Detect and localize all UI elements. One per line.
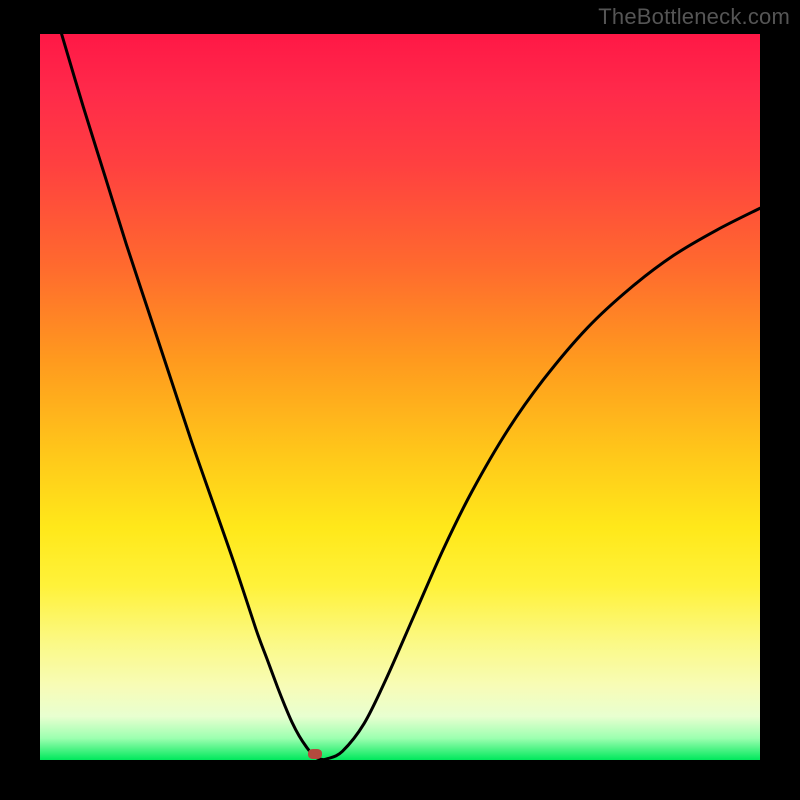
chart-frame: TheBottleneck.com bbox=[0, 0, 800, 800]
watermark-text: TheBottleneck.com bbox=[598, 4, 790, 30]
plot-area bbox=[40, 34, 760, 760]
bottleneck-curve bbox=[40, 34, 760, 760]
optimum-marker-icon bbox=[308, 749, 322, 759]
